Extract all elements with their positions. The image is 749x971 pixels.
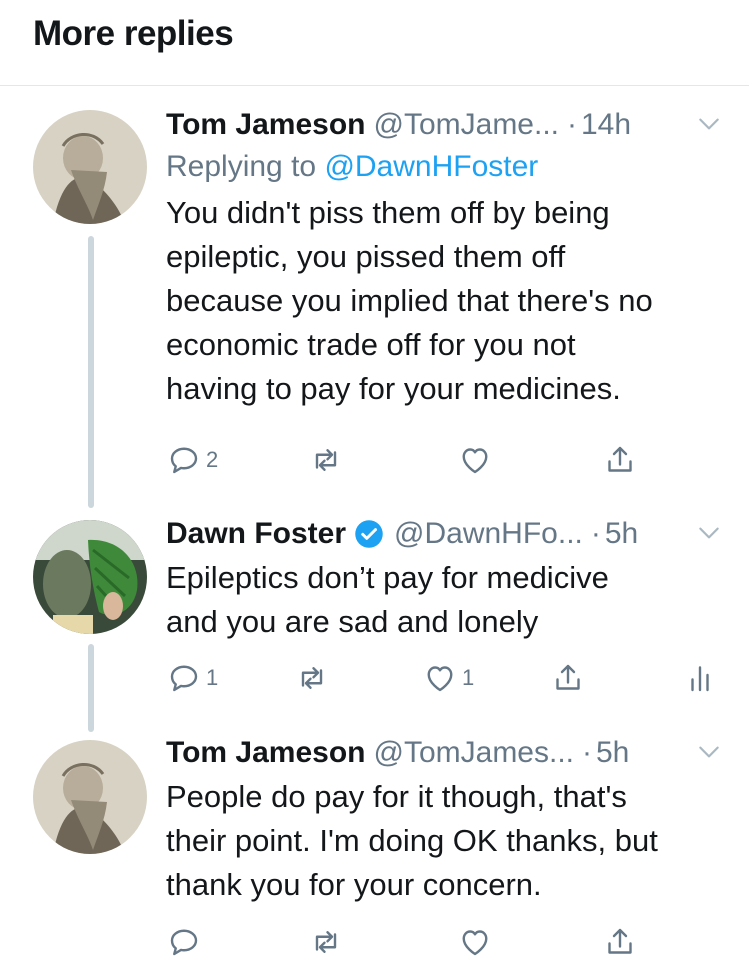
avatar[interactable] <box>33 520 147 634</box>
tweet-text-line: People do pay for it though, that's <box>166 779 627 814</box>
time-separator: · <box>582 736 592 769</box>
retweet-icon <box>315 449 337 471</box>
tweet-actions: 1 1 <box>166 658 736 698</box>
author-handle[interactable]: @TomJames... <box>374 733 575 773</box>
avatar-image <box>33 110 147 224</box>
author-handle[interactable]: @TomJame... <box>374 105 560 145</box>
tweet-text-line: because you implied that there's no <box>166 283 653 318</box>
heart-icon <box>462 930 488 956</box>
verified-badge-icon <box>354 519 384 549</box>
reply-button[interactable]: 1 <box>166 658 218 698</box>
replying-to-handle[interactable]: @DawnHFoster <box>324 150 538 183</box>
like-count: 1 <box>462 665 475 690</box>
reply-icon <box>170 447 198 474</box>
author-name[interactable]: Tom Jameson <box>166 733 366 773</box>
reply-button[interactable]: 2 <box>166 440 218 480</box>
tweet-actions: 2 <box>166 440 736 480</box>
retweet-button[interactable] <box>294 658 334 698</box>
author-name[interactable]: Tom Jameson <box>166 105 366 145</box>
page-title: More replies <box>33 14 234 53</box>
retweet-icon <box>301 667 323 689</box>
analytics-icon <box>691 666 709 692</box>
tweet-text-line: thank you for your concern. <box>166 867 542 902</box>
tweet-meta: Tom Jameson @TomJames... · 5h <box>166 733 726 773</box>
tweet[interactable]: Tom Jameson @TomJames... · 5h People do … <box>166 733 726 907</box>
avatar-image <box>33 520 147 634</box>
tweet-text-line: epileptic, you pissed them off <box>166 239 566 274</box>
author-name[interactable]: Dawn Foster <box>166 514 346 554</box>
tweet[interactable]: Dawn Foster @DawnHFo... · 5h Epileptics … <box>166 514 726 644</box>
chevron-down-icon[interactable] <box>696 520 722 546</box>
share-button[interactable] <box>550 658 586 698</box>
time-separator: · <box>590 517 601 550</box>
analytics-button[interactable] <box>682 658 718 698</box>
tweet-actions <box>166 922 736 962</box>
avatar[interactable] <box>33 740 147 854</box>
share-icon <box>556 664 580 690</box>
tweet-text: People do pay for it though, that's thei… <box>166 775 726 907</box>
thread-line <box>88 236 94 508</box>
chevron-down-icon[interactable] <box>696 111 722 137</box>
tweet-text-line: and you are sad and lonely <box>166 604 539 639</box>
thread-line <box>88 644 94 732</box>
reply-count: 1 <box>206 665 219 690</box>
retweet-icon <box>315 931 337 953</box>
tweet-text-line: having to pay for your medicines. <box>166 371 621 406</box>
header: More replies <box>0 0 749 86</box>
author-handle[interactable]: @DawnHFo... <box>394 514 583 554</box>
reply-count: 2 <box>206 447 219 472</box>
timestamp[interactable]: 14h <box>581 105 631 145</box>
share-button[interactable] <box>602 922 638 962</box>
avatar-image <box>33 740 147 854</box>
avatar[interactable] <box>33 110 147 224</box>
heart-icon <box>462 448 488 474</box>
reply-icon <box>170 929 198 956</box>
heart-icon <box>427 666 453 692</box>
retweet-button[interactable] <box>308 922 348 962</box>
tweet-meta: Tom Jameson @TomJame... · 14h <box>166 105 726 145</box>
share-button[interactable] <box>602 440 638 480</box>
timestamp[interactable]: 5h <box>605 514 638 554</box>
tweet-text-line: You didn't piss them off by being <box>166 195 610 230</box>
chevron-down-icon[interactable] <box>696 739 722 765</box>
retweet-button[interactable] <box>308 440 348 480</box>
share-icon <box>608 928 632 954</box>
replying-to: Replying to @DawnHFoster <box>166 145 726 189</box>
like-button[interactable] <box>457 922 497 962</box>
tweet-text-line: economic trade off for you not <box>166 327 576 362</box>
time-separator: · <box>567 108 577 141</box>
tweet[interactable]: Tom Jameson @TomJame... · 14h Replying t… <box>166 105 726 411</box>
timestamp[interactable]: 5h <box>596 733 629 773</box>
tweet-text: Epileptics don’t pay for medicive and yo… <box>166 556 726 644</box>
tweet-text-line: Epileptics don’t pay for medicive <box>166 560 609 595</box>
like-button[interactable] <box>457 440 497 480</box>
replying-to-prefix: Replying to <box>166 150 325 183</box>
reply-button[interactable] <box>166 922 206 962</box>
tweet-text-line: their point. I'm doing OK thanks, but <box>166 823 658 858</box>
tweet-meta: Dawn Foster @DawnHFo... · 5h <box>166 514 726 554</box>
like-button[interactable]: 1 <box>422 658 474 698</box>
share-icon <box>608 446 632 472</box>
tweet-text: You didn't piss them off by being epilep… <box>166 191 726 411</box>
reply-icon <box>170 665 198 692</box>
